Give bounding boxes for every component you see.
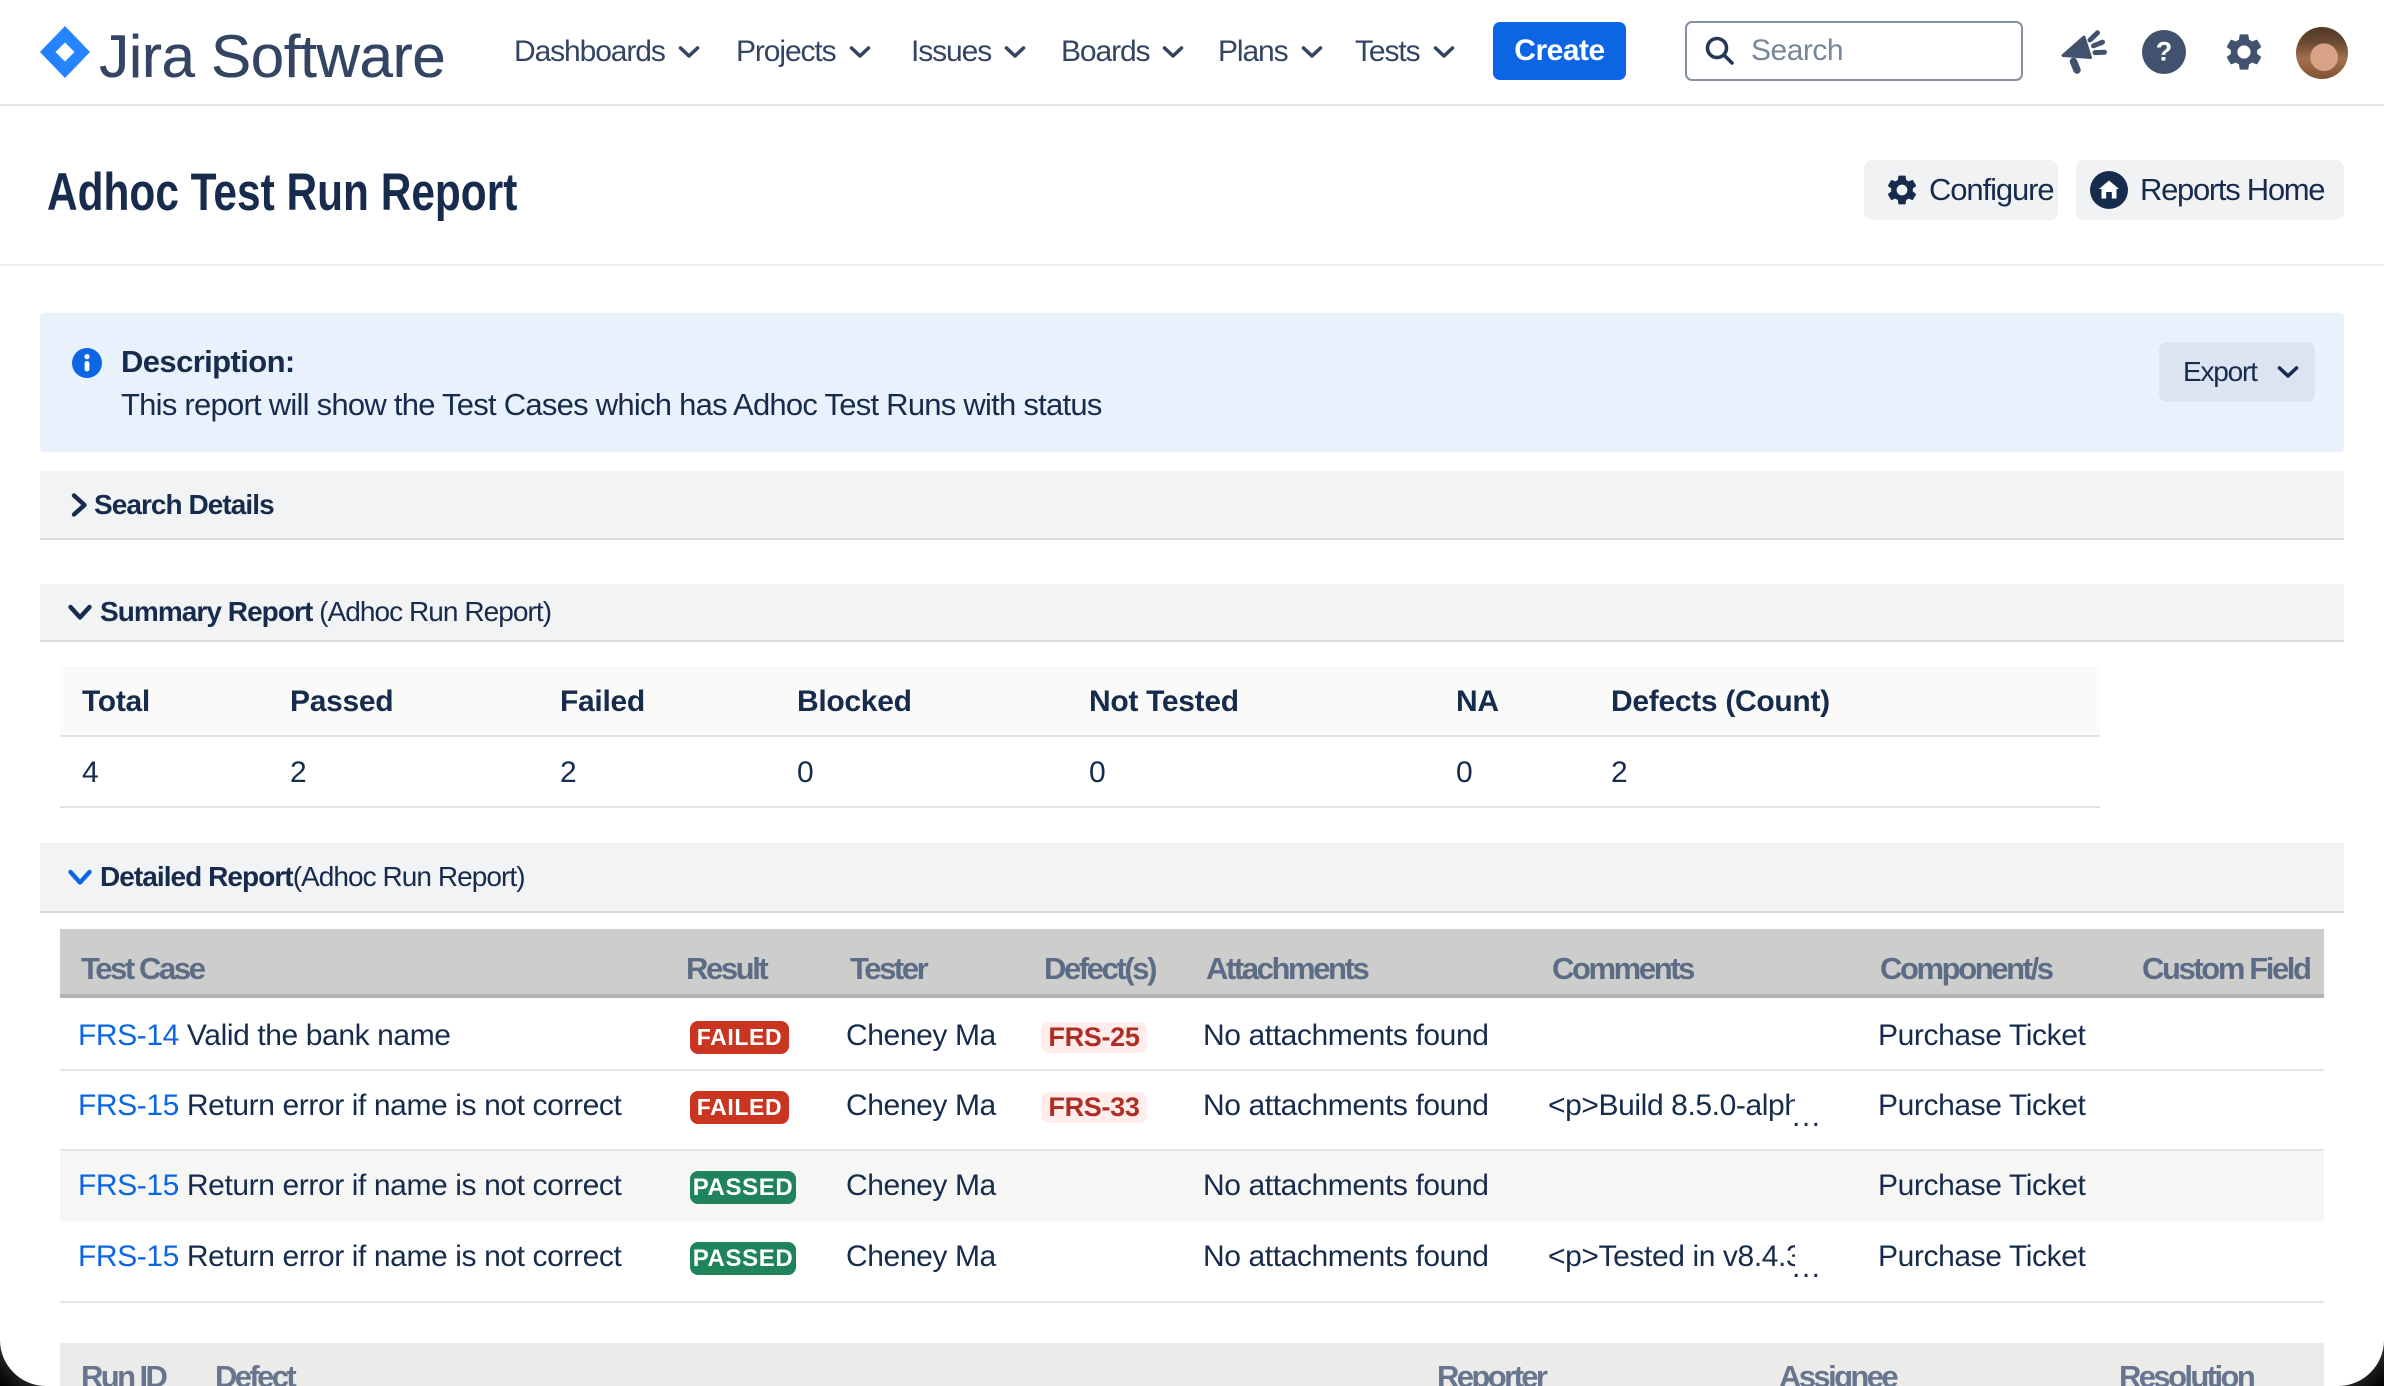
svg-text:?: ? [2156,37,2173,67]
